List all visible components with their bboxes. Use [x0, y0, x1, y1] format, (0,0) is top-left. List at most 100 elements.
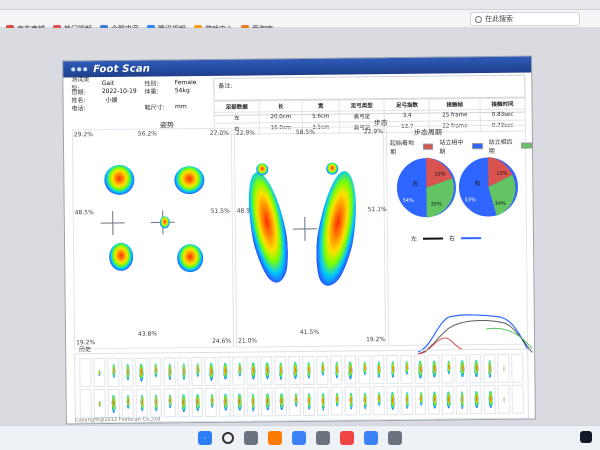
system-tray-icon[interactable] — [580, 431, 592, 443]
history-cell[interactable] — [107, 357, 120, 388]
history-cell[interactable] — [414, 385, 427, 415]
history-cell[interactable] — [330, 355, 343, 385]
pressure-corner-br: 19.2% — [366, 336, 386, 344]
search-icon — [475, 15, 482, 23]
history-cell[interactable] — [316, 386, 329, 416]
history-cell[interactable] — [469, 385, 483, 415]
history-cell[interactable] — [427, 354, 440, 384]
history-cell[interactable] — [274, 356, 287, 386]
pressure-right-toe — [326, 162, 339, 175]
metrics-h1: 长 — [259, 100, 303, 112]
history-cell[interactable] — [399, 354, 413, 384]
history-cell[interactable] — [134, 357, 148, 387]
history-cell[interactable] — [93, 389, 106, 419]
value-weight: 54kg — [174, 86, 190, 94]
history-cell[interactable] — [191, 388, 204, 418]
history-cell[interactable] — [204, 387, 218, 417]
history-cell[interactable] — [511, 353, 524, 383]
app-icon-2[interactable] — [364, 431, 378, 445]
history-cell[interactable] — [385, 354, 399, 385]
history-cell[interactable] — [121, 357, 134, 387]
history-cell[interactable] — [302, 386, 315, 416]
history-cell[interactable] — [260, 356, 273, 386]
app-icon-3[interactable] — [388, 431, 402, 445]
history-cell[interactable] — [135, 388, 148, 418]
history-cell[interactable] — [427, 385, 441, 415]
app-icon[interactable] — [340, 431, 354, 445]
history-cell[interactable] — [107, 388, 120, 419]
history-cell[interactable] — [400, 385, 413, 415]
history-cell[interactable] — [497, 384, 510, 414]
history-cell[interactable] — [218, 387, 232, 417]
history-title: 历史 — [79, 346, 92, 354]
history-cell[interactable] — [148, 357, 162, 387]
history-cell[interactable] — [246, 356, 259, 386]
label-weight: 体重: — [144, 87, 159, 96]
history-cell[interactable] — [260, 387, 273, 417]
history-cell[interactable] — [177, 388, 190, 418]
history-cell[interactable] — [288, 355, 301, 386]
history-cell[interactable] — [441, 385, 455, 415]
legend-swatch-green — [521, 142, 533, 149]
history-cell[interactable] — [218, 356, 231, 386]
history-cell[interactable] — [302, 355, 315, 385]
history-cell[interactable] — [455, 385, 469, 415]
history-cell[interactable] — [163, 388, 176, 418]
pie-left: 左 10% 54% 35% — [394, 155, 459, 220]
value-shoe-size-unit: mm — [174, 102, 187, 110]
monitor-screen: Foot Scan 测试类型: Gait 性别: Female 日期: 2022… — [0, 28, 600, 425]
app-logo: Foot Scan — [93, 63, 151, 75]
history-cell[interactable] — [386, 385, 399, 416]
history-cell[interactable] — [316, 355, 329, 385]
pressure-right-pct: 51.1% — [367, 206, 387, 214]
history-cell[interactable] — [483, 353, 496, 384]
history-cell[interactable] — [79, 389, 92, 419]
history-cell[interactable] — [357, 355, 371, 385]
history-cell[interactable] — [204, 356, 217, 386]
history-cell[interactable] — [413, 354, 426, 384]
store-icon[interactable] — [316, 431, 330, 445]
windows-taskbar — [0, 425, 600, 450]
history-cell[interactable] — [483, 384, 496, 415]
pie-left-label: 左 — [412, 180, 418, 188]
history-cell[interactable] — [441, 354, 454, 384]
history-cell[interactable] — [232, 387, 246, 417]
history-cell[interactable] — [121, 388, 134, 418]
history-cell[interactable] — [274, 387, 287, 417]
left-foot-label: 左 — [410, 235, 418, 243]
history-cell[interactable] — [232, 356, 245, 386]
files-icon[interactable] — [268, 431, 282, 445]
history-cell[interactable] — [79, 358, 92, 388]
history-cell[interactable] — [288, 386, 301, 417]
pressure-corner-bl: 21.0% — [238, 337, 258, 345]
row-phone: 电话: 鞋尺寸: mm — [72, 102, 212, 112]
history-cell[interactable] — [176, 357, 190, 387]
posture-top-pct: 56.2% — [137, 130, 157, 138]
history-cell[interactable] — [511, 384, 524, 414]
history-cell[interactable] — [344, 355, 357, 385]
history-cell[interactable] — [162, 357, 176, 387]
browser-search-box[interactable]: 在此搜索 — [470, 12, 580, 26]
history-cell[interactable] — [149, 388, 162, 418]
history-cell[interactable] — [93, 358, 106, 388]
history-cell[interactable] — [358, 386, 371, 416]
label-shoe-size: 鞋尺寸: — [144, 103, 165, 112]
search-icon[interactable] — [222, 432, 234, 444]
history-cell[interactable] — [344, 386, 357, 416]
history-cell[interactable] — [190, 357, 203, 387]
task-view-icon[interactable] — [244, 431, 258, 445]
history-cell[interactable] — [371, 355, 385, 385]
value-test-type: Gait — [101, 79, 115, 87]
metrics-r0c0: 左 — [214, 111, 260, 124]
bookmarks-bar: 京东商城 热门视频 企鹅电竞 腾讯视频 游戏中心 爱淘宝 在此搜索 — [0, 10, 600, 33]
pie-left-t0: 10% — [434, 171, 445, 177]
metrics-r0c4: 3.4 — [384, 110, 430, 122]
history-cell[interactable] — [497, 353, 510, 383]
history-cell[interactable] — [372, 386, 385, 416]
history-cell[interactable] — [469, 354, 482, 384]
history-cell[interactable] — [246, 387, 260, 417]
history-cell[interactable] — [330, 386, 343, 416]
history-cell[interactable] — [455, 354, 468, 384]
windows-icon[interactable] — [198, 431, 212, 445]
edge-icon[interactable] — [292, 431, 306, 445]
